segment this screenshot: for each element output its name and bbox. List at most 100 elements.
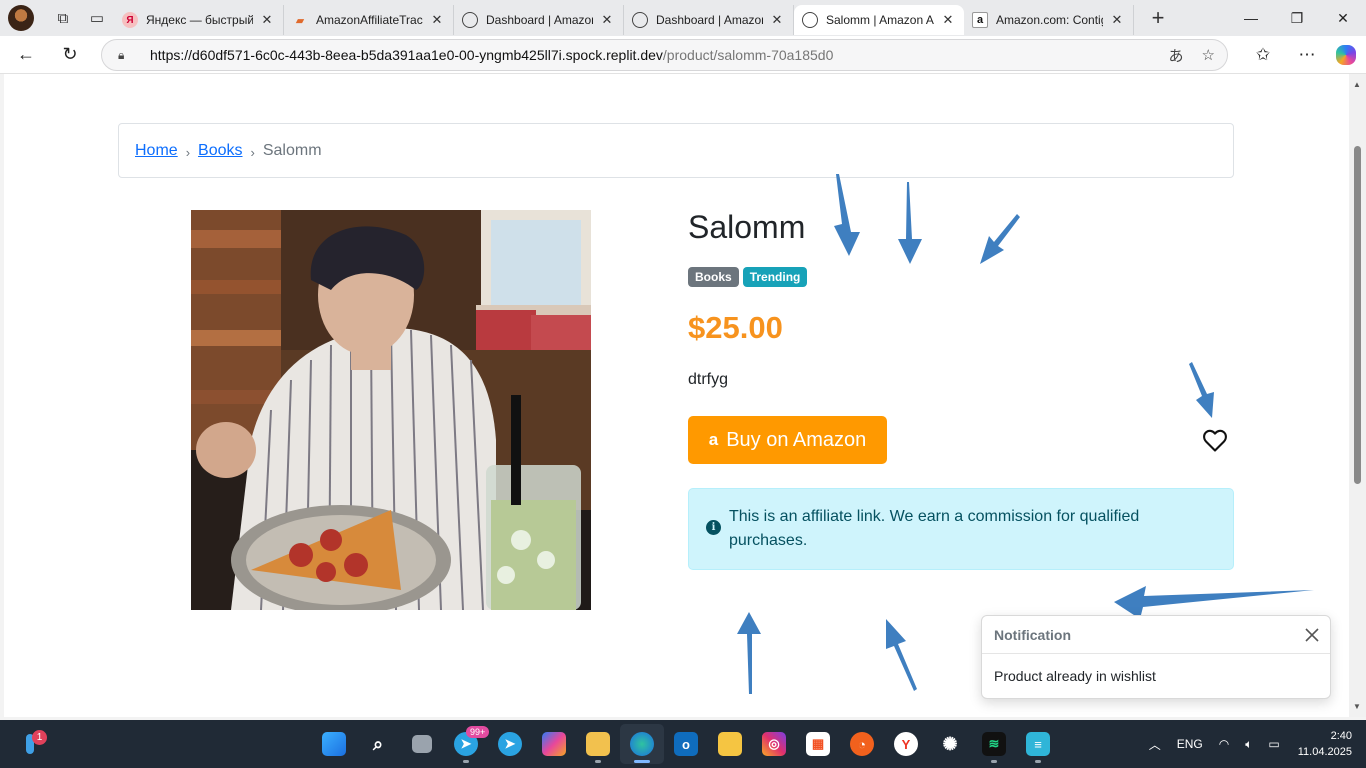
telegram-app-1[interactable]: ➤ 99+ (444, 724, 490, 764)
scroll-down-icon[interactable]: ▼ (1353, 702, 1361, 711)
breadcrumb-home-link[interactable]: Home (135, 142, 178, 160)
globe-icon (632, 12, 648, 28)
search-button[interactable]: ⌕ (356, 724, 400, 764)
copilot-icon[interactable] (1336, 45, 1356, 65)
battery-icon[interactable]: ▭ (1268, 737, 1279, 751)
instagram-app[interactable]: ◎ (752, 724, 796, 764)
notepad-icon: ≡ (1026, 732, 1050, 756)
close-tab-icon[interactable]: ✕ (940, 12, 956, 28)
lock-icon[interactable]: 🔒︎ (118, 48, 132, 63)
minimize-button[interactable]: ― (1228, 0, 1274, 36)
close-window-button[interactable]: ✕ (1320, 0, 1366, 36)
edge-icon (630, 732, 654, 756)
toast-header: Notification (982, 616, 1330, 654)
wifi-icon[interactable]: ◠ (1219, 737, 1229, 751)
telegram-icon: ➤ (498, 732, 522, 756)
tab-salomm[interactable]: Salomm | Amazon A ✕ (794, 5, 964, 35)
product-badges: Books Trending (688, 267, 808, 287)
music-app[interactable]: ◔ (840, 724, 884, 764)
favorite-star-icon[interactable]: ☆ (1202, 46, 1215, 64)
close-tab-icon[interactable]: ✕ (599, 12, 615, 28)
amazon-logo-icon: a (708, 430, 719, 449)
breadcrumb-books-link[interactable]: Books (198, 142, 242, 160)
page-content: Home › Books › Salomm Salomm Books Trend… (4, 74, 1349, 717)
scroll-thumb[interactable] (1354, 146, 1361, 484)
buy-button-label: Buy on Amazon (726, 428, 867, 451)
buy-on-amazon-button[interactable]: a Buy on Amazon (688, 416, 887, 464)
tab-amazon[interactable]: a Amazon.com: Contig ✕ (964, 5, 1134, 35)
back-button[interactable]: ← (8, 39, 44, 71)
tab-dashboard-2[interactable]: Dashboard | Amazon ✕ (624, 5, 794, 35)
edge-app[interactable] (620, 724, 664, 764)
globe-icon (802, 12, 818, 28)
copilot-icon (542, 732, 566, 756)
files-app[interactable] (708, 724, 752, 764)
close-tab-icon[interactable]: ✕ (429, 12, 445, 28)
windows-taskbar: 1 ⌕ ➤ 99+ ➤ o ◎ ▦ ◔ Y ✺ ≋ ≡ ︿ ENG ◠ 🔈︎ ▭ … (0, 720, 1366, 768)
page-scrollbar[interactable]: ▲ ▼ (1349, 74, 1366, 717)
outlook-app[interactable]: o (664, 724, 708, 764)
windows-logo-icon (322, 732, 346, 756)
workspaces-icon[interactable]: ⧉ (46, 4, 80, 32)
chatgpt-app[interactable]: ✺ (928, 724, 972, 764)
breadcrumb-separator: › (185, 145, 191, 160)
pycharm-app[interactable]: ≋ (972, 724, 1016, 764)
restore-button[interactable]: ❐ (1274, 0, 1320, 36)
globe-icon (462, 12, 478, 28)
yandex-favicon-icon: Я (122, 12, 138, 28)
close-tab-icon[interactable]: ✕ (769, 12, 785, 28)
outlook-icon: o (674, 732, 698, 756)
new-tab-button[interactable]: + (1140, 3, 1176, 33)
task-view-icon (412, 735, 432, 753)
breadcrumb-separator: › (250, 145, 255, 160)
profile-avatar[interactable] (8, 5, 34, 31)
yandex-app[interactable]: Y (884, 724, 928, 764)
music-icon: ◔ (850, 732, 874, 756)
browser-toolbar: ← ↻ 🔒︎ https://d60df571-6c0c-443b-8eea-b… (0, 36, 1366, 74)
toast-title: Notification (994, 626, 1071, 643)
copilot-app[interactable] (532, 724, 576, 764)
wishlist-heart-icon[interactable] (1201, 426, 1229, 454)
search-icon: ⌕ (372, 733, 384, 754)
volume-icon[interactable]: 🔈︎ (1245, 737, 1252, 752)
weather-badge: 1 (32, 730, 47, 745)
scroll-up-icon[interactable]: ▲ (1353, 80, 1361, 89)
browser-tab-bar: ⧉ ▭ Я Яндекс — быстрый ✕ ▰ AmazonAffilia… (0, 0, 1366, 36)
read-aloud-icon[interactable]: あ (1169, 45, 1184, 66)
telegram-app-2[interactable]: ➤ (488, 724, 532, 764)
toast-message: Product already in wishlist (994, 668, 1156, 684)
affiliate-alert: i This is an affiliate link. We earn a c… (688, 488, 1234, 570)
address-bar[interactable]: 🔒︎ https://d60df571-6c0c-443b-8eea-b5da3… (101, 39, 1228, 71)
file-icon (718, 732, 742, 756)
tracker-favicon-icon: ▰ (295, 14, 305, 27)
folder-icon (586, 732, 610, 756)
refresh-button[interactable]: ↻ (52, 39, 88, 71)
microsoft-store-app[interactable]: ▦ (796, 724, 840, 764)
notepad-app[interactable]: ≡ (1016, 724, 1060, 764)
tab-dashboard-1[interactable]: Dashboard | Amazon ✕ (454, 5, 624, 35)
file-explorer-app[interactable] (576, 724, 620, 764)
weather-widget[interactable]: 1 (20, 730, 47, 758)
task-view-button[interactable] (400, 724, 444, 764)
clock[interactable]: 2:40 11.04.2025 (1298, 728, 1352, 760)
product-price: $25.00 (688, 310, 783, 345)
tab-actions-icon[interactable]: ▭ (80, 4, 114, 32)
close-tab-icon[interactable]: ✕ (259, 12, 275, 28)
amazon-favicon-icon: a (972, 12, 988, 28)
notification-toast: Notification Product already in wishlist (981, 615, 1331, 699)
chatgpt-icon: ✺ (942, 733, 958, 754)
affiliate-notice-text: This is an affiliate link. We earn a com… (729, 508, 1140, 549)
close-tab-icon[interactable]: ✕ (1109, 12, 1125, 28)
favorites-icon[interactable]: ✩ (1248, 40, 1278, 70)
tab-affiliate-tracker[interactable]: ▰ AmazonAffiliateTrack ✕ (284, 5, 454, 35)
chevron-up-icon[interactable]: ︿ (1149, 736, 1161, 753)
info-icon: i (706, 520, 721, 535)
tab-yandex[interactable]: Я Яндекс — быстрый ✕ (114, 5, 284, 35)
more-menu-icon[interactable]: ⋯ (1292, 40, 1322, 70)
store-icon: ▦ (806, 732, 830, 756)
instagram-icon: ◎ (762, 732, 786, 756)
product-image (191, 210, 591, 610)
start-button[interactable] (312, 724, 356, 764)
language-indicator[interactable]: ENG (1177, 737, 1203, 751)
close-icon[interactable] (1302, 625, 1322, 645)
